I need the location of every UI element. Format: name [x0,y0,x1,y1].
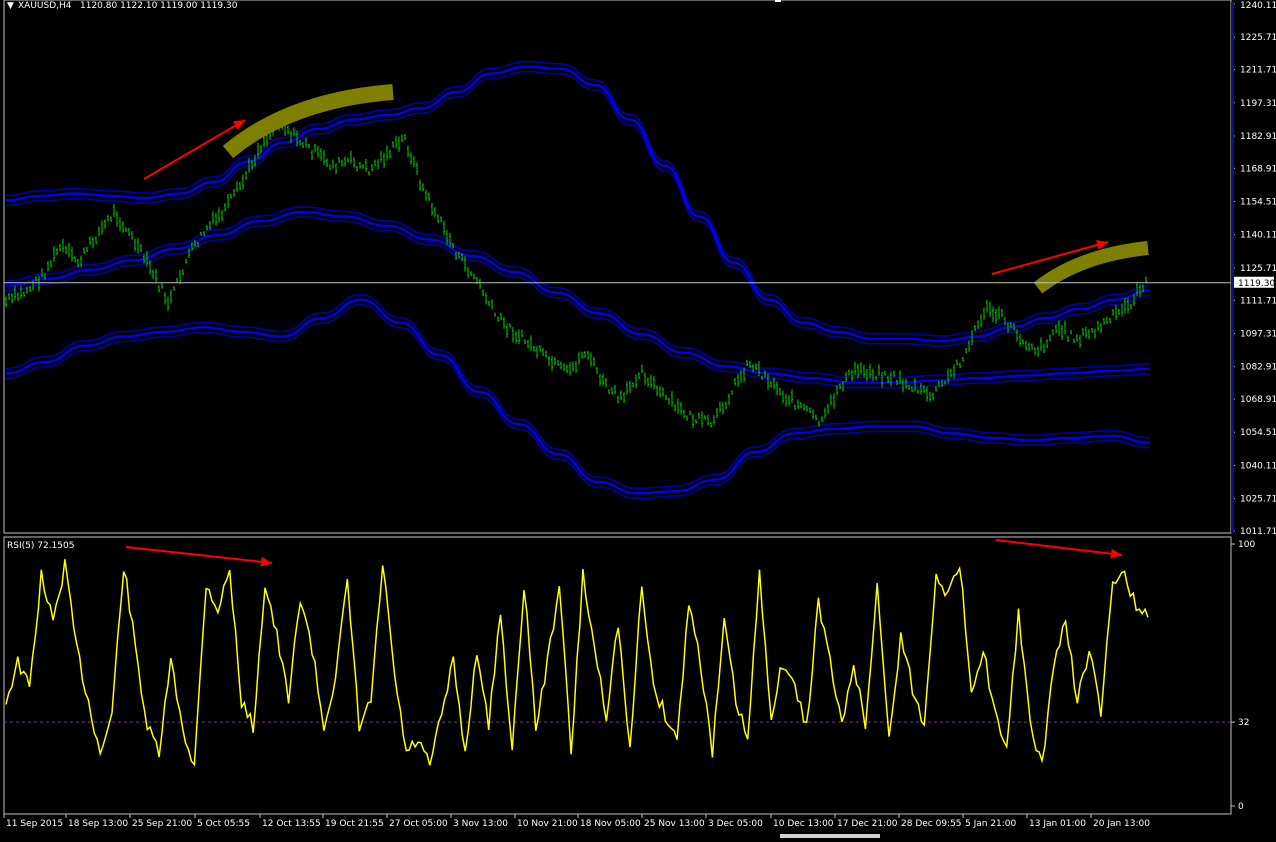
price-tick-label: 1197.31 [1240,99,1276,109]
time-tick-label: 27 Oct 05:00 [389,819,448,829]
time-tick-label: 28 Dec 09:55 [901,819,962,829]
time-tick-label: 12 Oct 13:55 [262,819,321,829]
vertical-scrollbar[interactable] [1231,2,1234,533]
price-panel-frame [3,0,1232,534]
scroll-handle-top[interactable] [775,0,781,2]
price-tick-label: 1182.91 [1240,132,1276,142]
price-tick-label: 1040.11 [1240,461,1276,471]
price-tick-label: 1082.91 [1240,363,1276,373]
time-tick-label: 5 Oct 05:55 [197,819,250,829]
time-tick-label: 18 Nov 05:00 [580,819,641,829]
price-tick-label: 1025.71 [1240,495,1276,505]
price-tick-label: 1097.31 [1240,329,1276,339]
chart-window: ▼ XAUUSD,H4 1120.80 1122.10 1119.00 1119… [0,0,1276,838]
rsi-panel-frame [3,536,1232,815]
rsi-panel[interactable]: RSI(5) 72.1505 [3,536,1232,815]
price-tick-label: 1140.11 [1240,231,1276,241]
header-label: ▼ XAUUSD,H4 1120.80 1122.10 1119.00 1119… [7,1,238,11]
rsi-tick-label: 0 [1238,802,1244,812]
price-tick-label: 1211.71 [1240,66,1276,76]
scroll-handle-bottom[interactable] [780,834,880,838]
price-tick-label: 1240.11 [1240,1,1276,11]
time-tick-label: 19 Oct 21:55 [325,819,384,829]
time-tick-label: 5 Jan 21:00 [965,819,1017,829]
time-tick-label: 25 Nov 13:00 [644,819,705,829]
price-tick-label: 1054.51 [1240,428,1276,438]
price-tick-label: 1068.91 [1240,395,1276,405]
rsi-axis: 100 32 0 [1231,540,1255,812]
symbol-label: XAUUSD,H4 [18,1,72,11]
current-price-tag: 1119.30 [1232,276,1275,289]
price-tick-label: 1225.71 [1240,33,1276,43]
time-tick-label: 13 Jan 01:00 [1029,819,1086,829]
price-tick-label: 1125.71 [1240,264,1276,274]
time-tick-label: 3 Dec 05:00 [708,819,763,829]
price-tick-label: 1154.51 [1240,198,1276,208]
chart-svg: ▼ XAUUSD,H4 1120.80 1122.10 1119.00 1119… [3,0,1276,838]
time-tick-label: 25 Sep 21:00 [132,819,192,829]
time-axis: 11 Sep 2015 18 Sep 13:00 25 Sep 21:00 5 Oct… [3,814,1150,829]
time-tick-label: 3 Nov 13:00 [453,819,508,829]
price-panel[interactable]: ▼ XAUUSD,H4 1120.80 1122.10 1119.00 1119… [3,0,1232,534]
price-tick-label: 1011.71 [1240,527,1276,537]
time-tick-label: 20 Jan 13:00 [1093,819,1150,829]
time-tick-label: 11 Sep 2015 [6,819,63,829]
time-tick-label: 10 Nov 21:00 [517,819,578,829]
ohlc-label: 1120.80 1122.10 1119.00 1119.30 [80,1,238,11]
time-tick-label: 18 Sep 13:00 [68,819,128,829]
menu-triangle-icon[interactable]: ▼ [7,1,14,11]
price-tick-label: 1168.91 [1240,164,1276,174]
time-tick-label: 17 Dec 21:00 [837,819,898,829]
current-price-tag-text: 1119.30 [1238,279,1275,289]
price-axis: 1240.11 1225.71 1211.71 1197.31 1182.91 1168.… [1231,1,1276,537]
rsi-tick-label: 32 [1238,718,1249,728]
price-tick-label: 1111.71 [1240,296,1276,306]
time-tick-label: 10 Dec 13:00 [773,819,834,829]
rsi-tick-label: 100 [1238,540,1255,550]
rsi-title: RSI(5) 72.1505 [7,541,74,551]
